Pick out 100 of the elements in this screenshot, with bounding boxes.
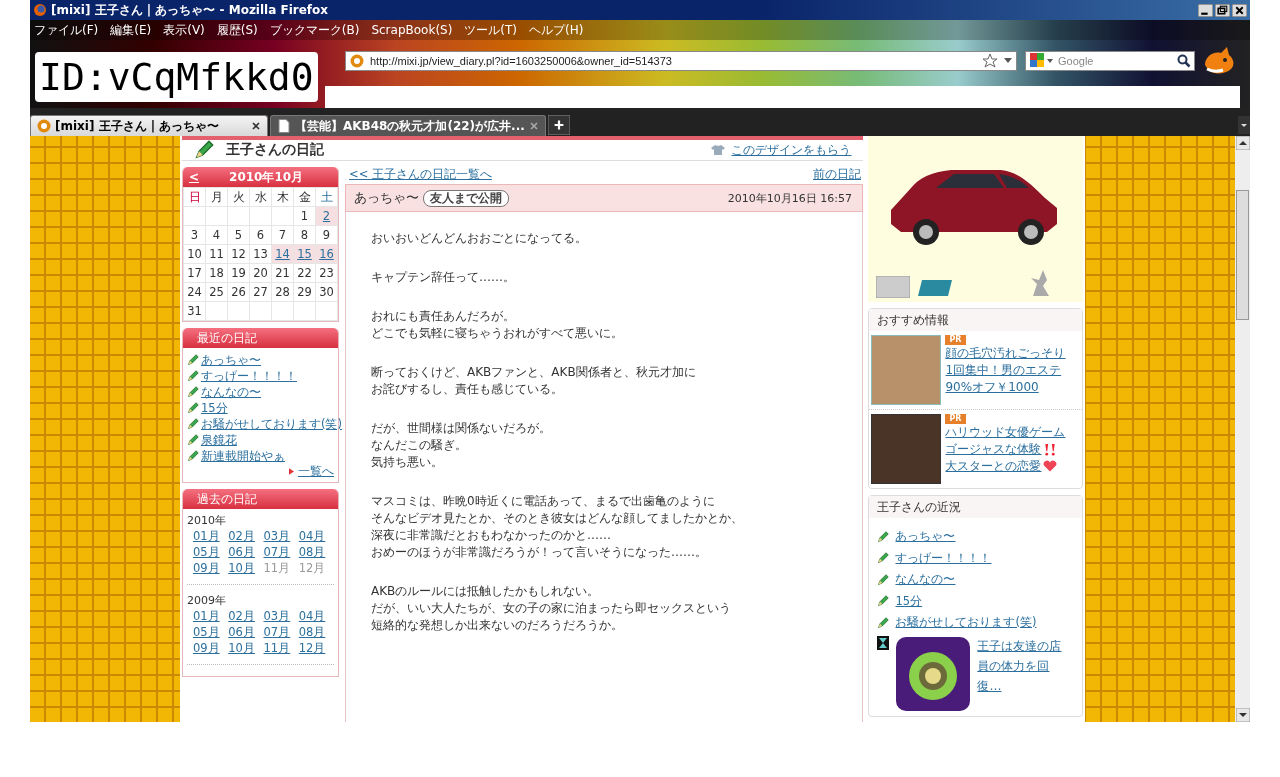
status-link[interactable]: すっげー！！！！ xyxy=(895,547,992,569)
menu-item[interactable]: 編集(E) xyxy=(110,21,152,39)
calendar-day: 24 xyxy=(183,282,206,302)
menu-item[interactable]: ツール(T) xyxy=(464,21,518,39)
diary-title: 王子さんの日記 xyxy=(226,141,324,159)
ad-link[interactable]: ゴージャスな体験 xyxy=(945,441,1042,458)
month-link[interactable]: 12月 xyxy=(298,640,334,656)
status-link[interactable]: あっちゃ〜 xyxy=(895,526,956,548)
diary-list-link[interactable]: << 王子さんの日記一覧へ xyxy=(349,167,492,182)
browser-tab[interactable]: [mixi] 王子さん | あっちゃ〜 xyxy=(30,115,268,136)
menu-item[interactable]: ファイル(F) xyxy=(34,21,99,39)
status-link[interactable]: なんなの〜 xyxy=(895,569,956,591)
pr-badge: PR xyxy=(945,414,966,424)
ad-link[interactable]: 顔の毛穴汚れごっそり xyxy=(945,345,1066,362)
menu-item[interactable]: 表示(V) xyxy=(163,21,205,39)
month-label: 12月 xyxy=(298,560,327,576)
calendar-day: 30 xyxy=(315,282,338,302)
menu-item[interactable]: ブックマーク(B) xyxy=(269,21,360,39)
dropdown-icon[interactable] xyxy=(1004,58,1012,64)
month-link[interactable]: 07月 xyxy=(263,624,299,640)
month-link[interactable]: 05月 xyxy=(193,544,229,560)
shirt-icon xyxy=(711,144,726,156)
month-link[interactable]: 11月 xyxy=(263,640,299,656)
pencil-icon xyxy=(187,402,199,414)
new-tab-icon[interactable] xyxy=(547,115,570,135)
address-field[interactable]: http://mixi.jp/view_diary.pl?id=1603250006&owner_id=514373 xyxy=(345,51,1017,71)
calendar-day: 7 xyxy=(271,225,294,245)
close-icon[interactable] xyxy=(1232,3,1247,17)
diary-link[interactable]: 泉鏡花 xyxy=(201,432,237,448)
month-link[interactable]: 06月 xyxy=(228,544,264,560)
browser-tab[interactable]: 【芸能】AKB48の秋元才加(22)が広井... xyxy=(270,115,546,136)
diary-link[interactable]: 15分 xyxy=(201,400,228,416)
month-link[interactable]: 10月 xyxy=(228,560,264,576)
month-link[interactable]: 08月 xyxy=(298,624,334,640)
design-link[interactable]: このデザインをもらう xyxy=(731,141,852,159)
month-link[interactable]: 08月 xyxy=(298,544,334,560)
month-link[interactable]: 01月 xyxy=(193,528,229,544)
close-icon[interactable] xyxy=(251,121,261,131)
weekday-label: 金 xyxy=(293,187,316,207)
triangle-icon xyxy=(289,468,294,475)
diary-link[interactable]: あっちゃ〜 xyxy=(201,352,261,368)
scroll-down-icon[interactable] xyxy=(1235,708,1250,722)
status-link[interactable]: 15分 xyxy=(895,590,923,612)
menu-item[interactable]: ScrapBook(S) xyxy=(371,23,453,37)
ad-link[interactable]: 1回集中！男のエステ xyxy=(945,362,1062,379)
restore-icon[interactable] xyxy=(1215,3,1230,17)
pencil-icon xyxy=(187,434,199,446)
diary-link[interactable]: お騒がせしております(笑) xyxy=(201,416,342,432)
search-icon[interactable] xyxy=(1177,54,1191,68)
list-link[interactable]: 一覧へ xyxy=(298,464,334,479)
dropdown-icon[interactable] xyxy=(1238,115,1250,135)
month-link[interactable]: 07月 xyxy=(263,544,299,560)
site-icon xyxy=(37,119,51,133)
month-link[interactable]: 05月 xyxy=(193,624,229,640)
pencil-icon xyxy=(187,450,199,462)
pencil-icon xyxy=(877,530,890,543)
pencil-icon xyxy=(187,386,199,398)
month-link[interactable]: 09月 xyxy=(193,560,229,576)
ad-link[interactable]: 90%オフ￥1000 xyxy=(945,379,1039,396)
pencil-icon xyxy=(187,370,199,382)
month-link[interactable]: 06月 xyxy=(228,624,264,640)
search-engine-icon[interactable] xyxy=(1029,53,1055,69)
month-link[interactable]: 04月 xyxy=(298,528,334,544)
section-header: 最近の日記 xyxy=(183,328,338,348)
ad-link[interactable]: 大スターとの恋愛 xyxy=(945,458,1042,475)
calendar-day: 1 xyxy=(293,206,316,226)
month-link[interactable]: 02月 xyxy=(228,608,264,624)
previous-diary-link[interactable]: 前の日記 xyxy=(813,167,861,182)
month-link[interactable]: 02月 xyxy=(228,528,264,544)
minimize-icon[interactable] xyxy=(1198,3,1213,17)
diary-link[interactable]: 新連載開始やぁ xyxy=(201,448,285,464)
status-link[interactable]: お騒がせしております(笑) xyxy=(895,612,1037,634)
diary-link[interactable]: すっげー！！！！ xyxy=(201,368,297,384)
search-field[interactable]: Google xyxy=(1058,55,1168,67)
ad-link[interactable]: ハリウッド女優ゲーム xyxy=(945,424,1066,441)
menu-item[interactable]: ヘルプ(H) xyxy=(529,21,584,39)
month-link[interactable]: 10月 xyxy=(228,640,264,656)
month-link[interactable]: 03月 xyxy=(263,608,299,624)
calendar-day: 12 xyxy=(227,244,250,264)
menu-item[interactable]: 履歴(S) xyxy=(216,21,258,39)
section-header: 過去の日記 xyxy=(183,489,338,509)
page-icon xyxy=(277,119,291,133)
app-status-link[interactable]: 王子は友達の店 員の体力を回 復… xyxy=(977,635,1062,696)
month-link[interactable]: 01月 xyxy=(193,608,229,624)
calendar-day: 5 xyxy=(227,225,250,245)
diary-link[interactable]: なんなの〜 xyxy=(201,384,261,400)
paragraph: AKBのルールには抵触したかもしれない。 だが、いい大人たちが、女の子の家に泊まったら即セックスという 短絡的な発想しか出来ないのだろうだろうか。 xyxy=(371,583,732,634)
paragraph: おいおいどんどんおおごとになってる。 xyxy=(371,230,588,247)
month-link[interactable]: 04月 xyxy=(298,608,334,624)
year-label: 2009年 xyxy=(187,593,227,608)
calendar-day: 29 xyxy=(293,282,316,302)
star-icon[interactable] xyxy=(982,53,998,69)
scroll-thumb[interactable] xyxy=(1236,190,1249,320)
month-link[interactable]: 03月 xyxy=(263,528,299,544)
scroll-up-icon[interactable] xyxy=(1235,136,1250,150)
month-link[interactable]: 09月 xyxy=(193,640,229,656)
previous-month-link[interactable]: < xyxy=(189,170,200,184)
search-bar[interactable]: Google xyxy=(1025,51,1195,71)
browser-logo-icon xyxy=(33,3,47,17)
scrollbar[interactable] xyxy=(1235,136,1250,722)
